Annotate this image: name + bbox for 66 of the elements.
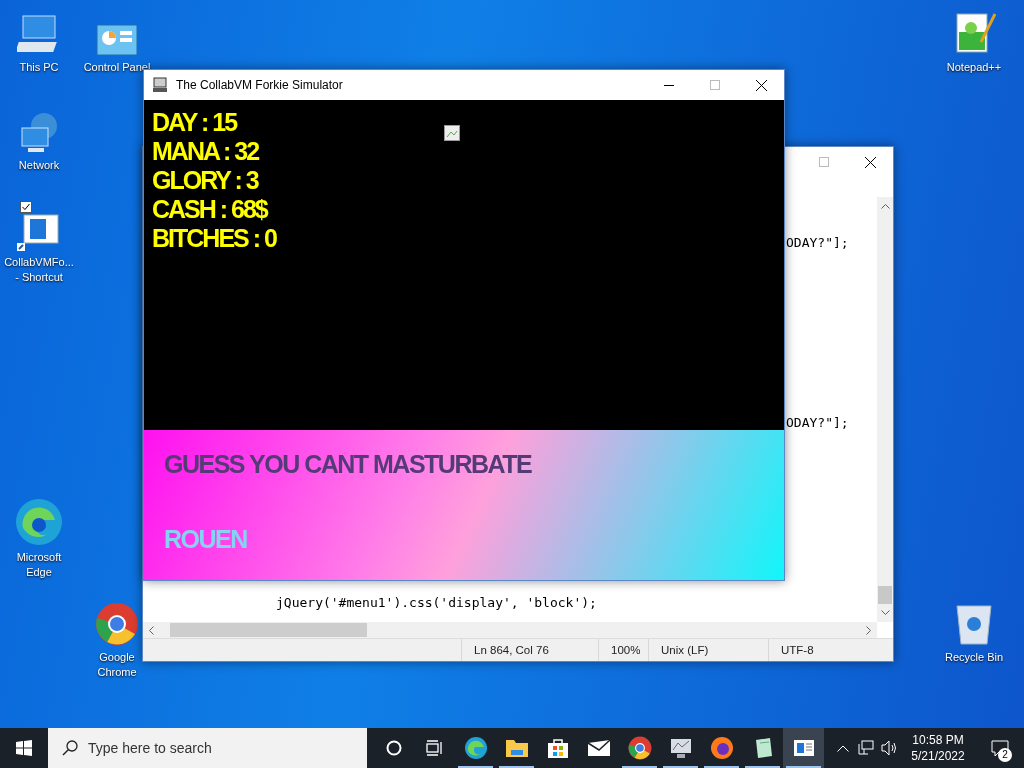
stat-text: GLORY : 3 xyxy=(152,166,258,195)
scroll-left-icon xyxy=(148,625,154,635)
network-icon xyxy=(18,112,60,154)
icon-label: Google xyxy=(99,650,135,665)
circle-icon xyxy=(385,740,402,756)
folder-icon xyxy=(504,738,529,758)
stat-text: MANA : 32 xyxy=(152,137,259,166)
mail-icon xyxy=(586,739,611,757)
minimize-icon xyxy=(664,84,674,86)
icon-label: Notepad++ xyxy=(946,60,1002,75)
stat-text: DAY : 15 xyxy=(152,108,237,137)
maximize-icon xyxy=(819,157,829,167)
maximize-icon xyxy=(710,80,720,90)
status-text: 100% xyxy=(598,639,648,661)
status-text: Unix (LF) xyxy=(648,639,768,661)
scroll-thumb[interactable] xyxy=(170,623,367,637)
icon-label: - Shortcut xyxy=(15,270,63,285)
code-line: jQuery('#menu1').css('display', 'block'); xyxy=(276,594,597,611)
scroll-up-icon xyxy=(880,203,890,209)
windows-logo-icon xyxy=(16,740,32,756)
taskbar-app-button[interactable] xyxy=(783,728,824,768)
task-view-icon xyxy=(425,740,444,756)
scroll-down-icon xyxy=(880,610,890,616)
computer-icon xyxy=(152,77,168,93)
chrome-icon xyxy=(95,602,139,646)
notification-count: 2 xyxy=(998,748,1012,762)
speaker-icon xyxy=(880,740,897,756)
vertical-scrollbar[interactable] xyxy=(877,197,893,622)
network-icon xyxy=(857,740,874,756)
app-window-icon xyxy=(792,739,815,757)
status-text: UTF-8 xyxy=(768,639,880,661)
stat-text: BITCHES : 0 xyxy=(152,224,276,253)
checkbox[interactable] xyxy=(20,201,32,213)
stat-text: CASH : 68$ xyxy=(152,195,267,224)
notifications-button[interactable]: 2 xyxy=(976,728,1024,768)
icon-label: Microsoft xyxy=(16,550,62,565)
close-icon xyxy=(864,156,876,168)
code-line: ODAY?"]; xyxy=(786,234,849,251)
code-line: ODAY?"]; xyxy=(786,414,849,431)
firefox-icon xyxy=(709,736,734,760)
clock-button[interactable]: 10:58 PM 5/21/2022 xyxy=(900,732,976,764)
broken-image-icon xyxy=(444,125,460,141)
status-text: Ln 864, Col 76 xyxy=(461,639,598,661)
monitor-icon xyxy=(668,737,693,759)
icon-label: Network xyxy=(18,158,60,173)
edge-icon xyxy=(463,736,488,760)
scroll-thumb[interactable] xyxy=(878,586,892,604)
message-icon xyxy=(991,739,1009,757)
edge-icon xyxy=(15,498,63,546)
scroll-right-icon xyxy=(866,625,872,635)
search-icon xyxy=(62,740,78,756)
message-text: GUESS YOU CANT MASTURBATE xyxy=(164,450,532,480)
control-panel-icon xyxy=(96,24,138,56)
icon-label: Edge xyxy=(26,565,52,580)
store-bag-icon xyxy=(546,737,569,759)
chevron-up-icon xyxy=(836,744,849,752)
horizontal-scrollbar[interactable] xyxy=(143,622,877,638)
icon-label: Chrome xyxy=(97,665,137,680)
icon-label: This PC xyxy=(19,60,59,75)
chrome-icon xyxy=(627,736,652,760)
icon-label: CollabVMFo... xyxy=(4,255,74,270)
recycle-bin-icon xyxy=(954,602,994,646)
window-title: The CollabVM Forkie Simulator xyxy=(176,78,343,92)
search-field[interactable]: Type here to search xyxy=(48,728,367,768)
close-icon xyxy=(755,79,767,91)
icon-label: Recycle Bin xyxy=(944,650,1004,665)
